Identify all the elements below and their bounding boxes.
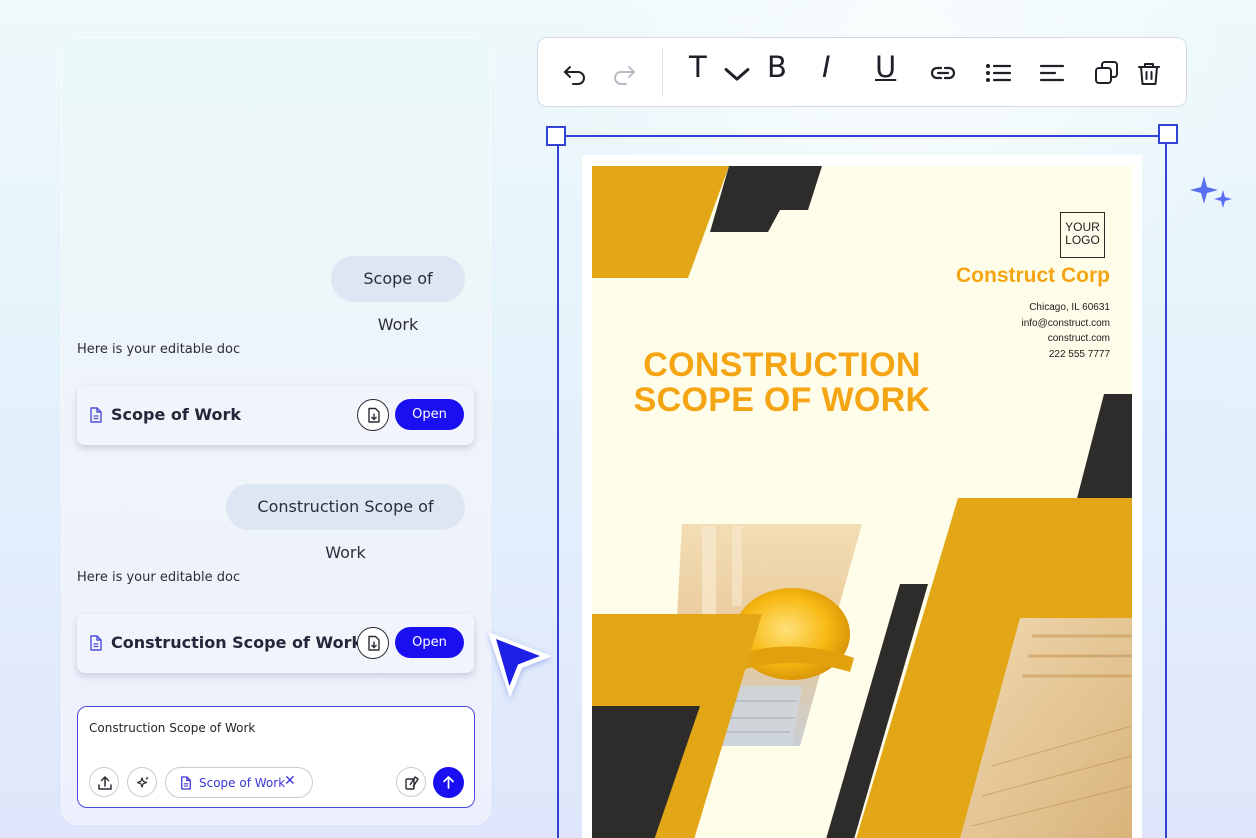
send-button[interactable] bbox=[433, 767, 464, 798]
resize-handle[interactable] bbox=[546, 126, 566, 146]
bulleted-list-icon[interactable] bbox=[983, 58, 1013, 88]
open-button[interactable]: Open bbox=[395, 627, 464, 658]
download-file-icon bbox=[368, 407, 380, 423]
file-icon bbox=[181, 776, 191, 790]
trash-icon[interactable] bbox=[1134, 58, 1164, 88]
ai-enhance-button[interactable] bbox=[127, 767, 157, 797]
doc-card-title: Scope of Work bbox=[111, 405, 241, 424]
open-button[interactable]: Open bbox=[395, 399, 464, 430]
text-style-button[interactable]: T bbox=[689, 52, 707, 82]
doc-card-title: Construction Scope of Work bbox=[111, 633, 363, 652]
user-message: Construction Scope of Work bbox=[226, 484, 465, 562]
doc-card[interactable]: Scope of Work Open bbox=[77, 386, 474, 445]
chevron-down-icon[interactable] bbox=[722, 60, 752, 90]
sparkle-icon bbox=[1190, 176, 1232, 208]
upload-icon bbox=[98, 776, 112, 790]
bold-button[interactable]: B bbox=[767, 52, 787, 82]
italic-button[interactable]: I bbox=[822, 52, 831, 82]
toolbar-divider bbox=[662, 49, 663, 97]
prompt-input-text[interactable]: Construction Scope of Work bbox=[89, 721, 255, 735]
arrow-up-icon bbox=[443, 776, 454, 789]
attachment-chip[interactable]: Scope of Work ✕ bbox=[165, 767, 313, 798]
redo-icon[interactable] bbox=[609, 58, 639, 88]
user-message: Scope of Work bbox=[331, 256, 465, 334]
align-left-icon[interactable] bbox=[1037, 58, 1067, 88]
link-icon[interactable] bbox=[928, 58, 958, 88]
file-icon bbox=[90, 407, 102, 423]
download-file-icon bbox=[368, 635, 380, 651]
prompt-input[interactable]: Construction Scope of Work Scope of Work… bbox=[77, 706, 475, 808]
undo-icon[interactable] bbox=[560, 58, 590, 88]
doc-card[interactable]: Construction Scope of Work Open bbox=[77, 614, 474, 673]
template-icon bbox=[405, 776, 419, 790]
duplicate-icon[interactable] bbox=[1092, 58, 1122, 88]
attachment-chip-label: Scope of Work bbox=[199, 776, 286, 790]
file-icon bbox=[90, 635, 102, 651]
template-button[interactable] bbox=[396, 767, 426, 797]
assistant-message: Here is your editable doc bbox=[77, 342, 241, 357]
pointer-cursor-icon bbox=[488, 632, 552, 698]
assistant-message: Here is your editable doc bbox=[77, 570, 241, 585]
sparkle-icon bbox=[136, 776, 149, 788]
download-button[interactable] bbox=[357, 627, 389, 659]
selection-frame bbox=[557, 135, 1167, 838]
resize-handle[interactable] bbox=[1158, 124, 1178, 144]
underline-button[interactable]: U bbox=[875, 52, 896, 82]
close-icon[interactable]: ✕ bbox=[284, 773, 296, 789]
download-button[interactable] bbox=[357, 399, 389, 431]
format-toolbar: T B I U bbox=[537, 37, 1187, 107]
upload-button[interactable] bbox=[89, 767, 119, 797]
